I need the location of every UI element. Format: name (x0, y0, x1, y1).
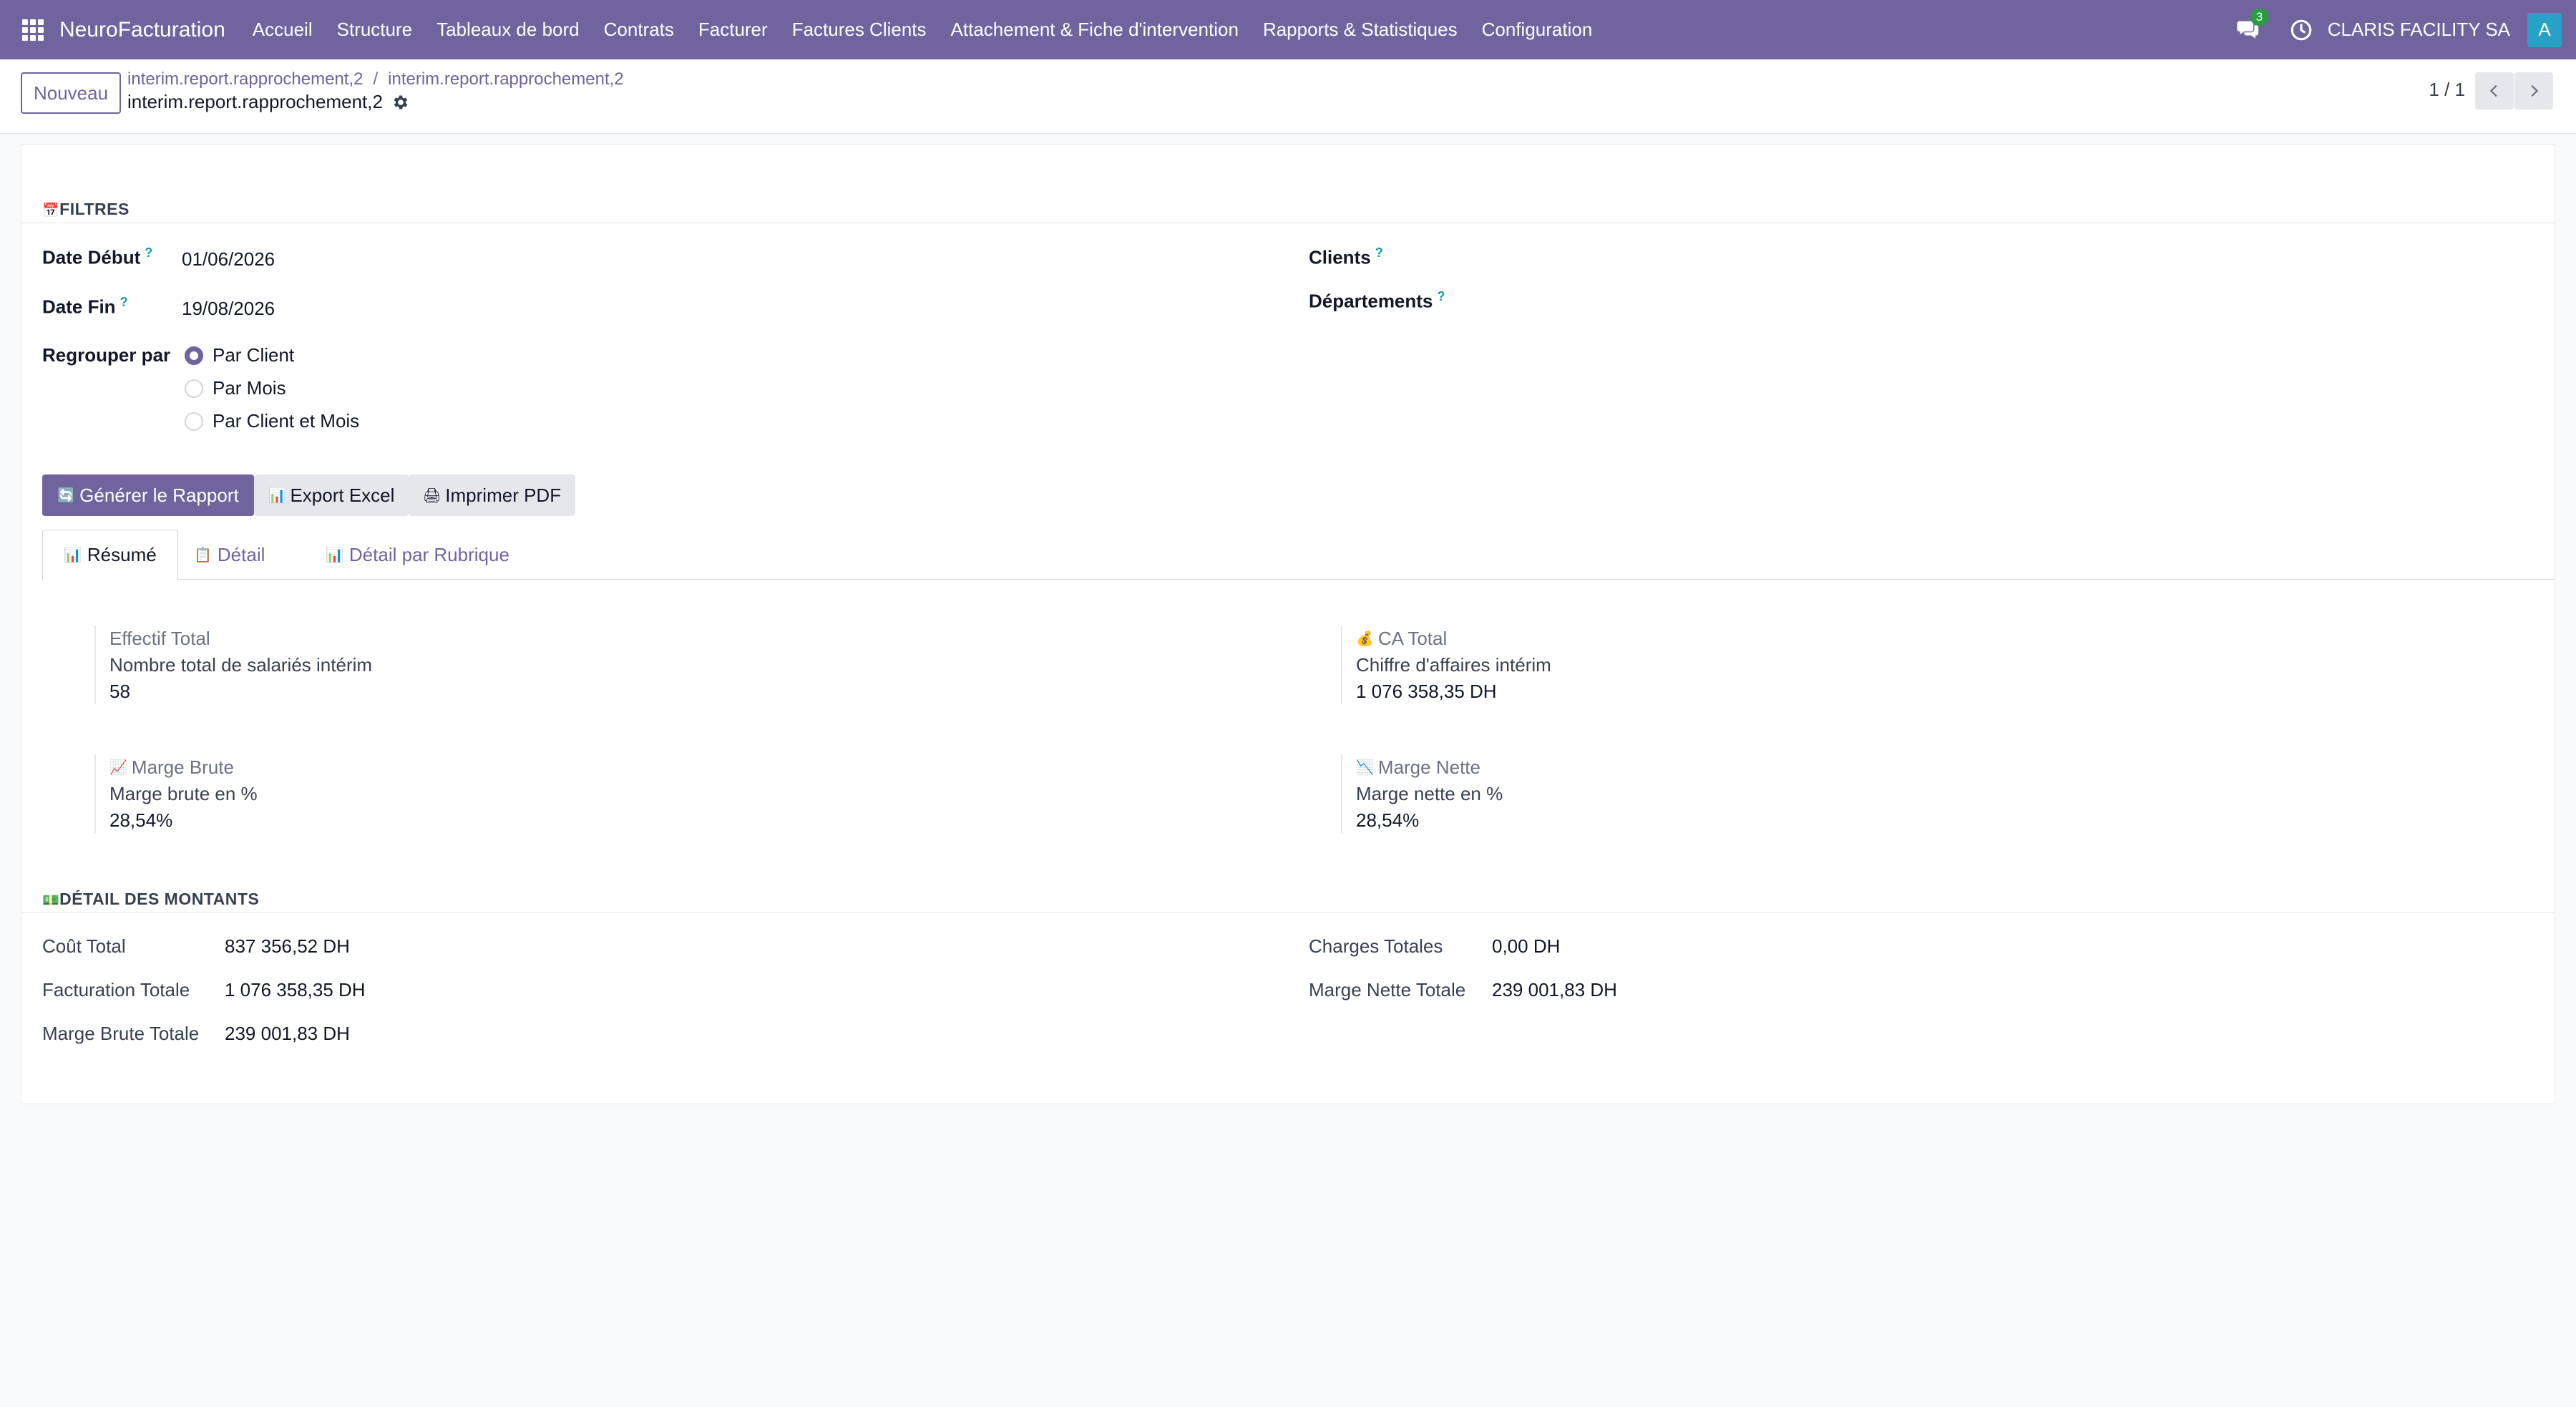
stat-title: Effectif Total (109, 627, 210, 649)
marge-nette-totale-value: 239 001,83 DH (1492, 979, 1617, 1001)
notebook-tabs: 📊 Résumé 📋 Détail 📊 Détail par Rubrique (42, 530, 2555, 580)
export-excel-button[interactable]: 📊 Export Excel (254, 474, 409, 516)
bar-chart-icon: 📊 (268, 487, 286, 504)
charges-totales-value: 0,00 DH (1492, 935, 1561, 957)
date-start-field[interactable]: 01/06/2026 (182, 248, 275, 271)
stat-title: 📈 Marge Brute (109, 756, 234, 778)
stat-marge-brute: 📈 Marge Brute Marge brute en % 28,54% (94, 754, 258, 833)
chart-down-icon: 📉 (1356, 759, 1374, 776)
breadcrumb-item[interactable]: interim.report.rapprochement,2 (127, 69, 363, 89)
money-icon: 💵 (42, 893, 60, 908)
amounts-section-title: 💵DÉTAIL DES MONTANTS (42, 890, 260, 908)
section-divider (21, 912, 2555, 913)
date-end-field[interactable]: 19/08/2026 (182, 298, 275, 320)
facturation-totale-value: 1 076 358,35 DH (225, 979, 366, 1001)
departments-label: Départements? (1309, 289, 1445, 312)
bar-chart-icon: 📊 (326, 547, 343, 563)
gear-icon[interactable] (391, 93, 410, 112)
tab-detail[interactable]: 📋 Détail (173, 530, 286, 580)
print-pdf-button[interactable]: 🖨 Imprimer PDF (409, 474, 575, 516)
radio-par-client-et-mois[interactable]: Par Client et Mois (185, 410, 359, 432)
chart-up-icon: 📈 (109, 759, 127, 776)
pager-previous-button[interactable] (2475, 72, 2514, 109)
form-sheet: 📅FILTRES Date Début? 01/06/2026 Date Fin… (21, 144, 2555, 1104)
menu-item-accueil[interactable]: Accueil (253, 19, 313, 41)
chevron-left-icon (2489, 84, 2497, 97)
stat-title: 📉 Marge Nette (1356, 756, 1480, 778)
breadcrumb-separator: / (373, 69, 379, 89)
marge-brute-totale-value: 239 001,83 DH (225, 1023, 350, 1044)
menu-item-facturer[interactable]: Facturer (698, 19, 768, 41)
record-title-row: interim.report.rapprochement,2 (127, 91, 410, 113)
menu-item-structure[interactable]: Structure (337, 19, 413, 41)
apps-grid-icon[interactable] (22, 19, 44, 41)
bar-chart-icon: 📊 (64, 547, 82, 563)
main-menu: Accueil Structure Tableaux de bord Contr… (253, 19, 1617, 41)
marge-brute-totale-label: Marge Brute Totale (42, 1023, 200, 1044)
printer-icon: 🖨 (422, 487, 441, 504)
menu-item-factures-clients[interactable]: Factures Clients (792, 19, 927, 41)
stat-description: Chiffre d'affaires intérim (1356, 654, 1551, 676)
refresh-icon: 🔄 (57, 487, 76, 504)
pager-next-button[interactable] (2514, 72, 2553, 109)
app-brand[interactable]: NeuroFacturation (59, 18, 225, 42)
radio-par-client[interactable]: Par Client (185, 344, 294, 366)
radio-button-checked[interactable] (185, 346, 203, 365)
page-title: interim.report.rapprochement,2 (127, 91, 383, 112)
menu-item-contrats[interactable]: Contrats (604, 19, 674, 41)
control-panel: Nouveau interim.report.rapprochement,2/i… (0, 59, 2576, 134)
cout-total-value: 837 356,52 DH (225, 935, 350, 957)
messages-badge: 3 (2250, 8, 2269, 26)
help-icon[interactable]: ? (120, 295, 128, 309)
user-avatar[interactable]: A (2527, 12, 2562, 47)
stat-description: Nombre total de salariés intérim (109, 654, 373, 676)
stat-value: 28,54% (1356, 809, 1420, 831)
filters-section-title: 📅FILTRES (42, 200, 130, 218)
date-end-label: Date Fin? (42, 295, 128, 318)
navbar-systray: 3 CLARIS FACILITY SA A (2236, 0, 2576, 59)
breadcrumb-item[interactable]: interim.report.rapprochement,2 (388, 69, 623, 89)
help-icon[interactable]: ? (1375, 245, 1383, 260)
radio-par-mois[interactable]: Par Mois (185, 377, 286, 399)
marge-nette-totale-label: Marge Nette Totale (1309, 979, 1466, 1001)
radio-button[interactable] (185, 412, 203, 431)
menu-item-attachement[interactable]: Attachement & Fiche d'intervention (951, 19, 1239, 41)
stat-description: Marge brute en % (109, 783, 258, 804)
tab-resume[interactable]: 📊 Résumé (42, 530, 178, 580)
help-icon[interactable]: ? (1437, 289, 1445, 303)
tab-detail-par-rubrique[interactable]: 📊 Détail par Rubrique (305, 530, 530, 580)
stat-value: 58 (109, 681, 130, 702)
menu-item-tableaux-de-bord[interactable]: Tableaux de bord (436, 19, 579, 41)
pager-value[interactable]: 1 / 1 (2429, 79, 2465, 101)
menu-item-rapports[interactable]: Rapports & Statistiques (1263, 19, 1458, 41)
generate-report-button[interactable]: 🔄 Générer le Rapport (42, 474, 254, 516)
chevron-right-icon (2531, 84, 2539, 97)
date-start-label: Date Début? (42, 245, 153, 268)
cout-total-label: Coût Total (42, 935, 126, 957)
charges-totales-label: Charges Totales (1309, 935, 1443, 957)
new-button[interactable]: Nouveau (21, 72, 121, 114)
stat-value: 1 076 358,35 DH (1356, 681, 1497, 702)
breadcrumb: interim.report.rapprochement,2 / interim.r… (127, 69, 624, 89)
company-switcher[interactable]: CLARIS FACILITY SA (2328, 19, 2510, 41)
facturation-totale-label: Facturation Totale (42, 979, 190, 1001)
radio-button[interactable] (185, 379, 203, 398)
clipboard-icon: 📋 (194, 547, 212, 563)
group-by-label: Regrouper par (42, 344, 171, 366)
calendar-icon: 📅 (42, 203, 60, 218)
clients-label: Clients? (1309, 245, 1383, 268)
stat-ca-total: 💰 CA Total Chiffre d'affaires intérim 1 0… (1341, 625, 1551, 704)
stat-marge-nette: 📉 Marge Nette Marge nette en % 28,54% (1341, 754, 1503, 833)
stat-title: 💰 CA Total (1356, 627, 1448, 649)
help-icon[interactable]: ? (145, 245, 152, 260)
money-bag-icon: 💰 (1356, 631, 1374, 647)
stat-value: 28,54% (109, 809, 173, 831)
messages-button[interactable]: 3 (2236, 8, 2269, 43)
activity-clock-icon[interactable] (2289, 18, 2313, 42)
stat-effectif-total: Effectif Total Nombre total de salariés … (94, 625, 372, 704)
stat-description: Marge nette en % (1356, 783, 1503, 804)
top-navbar: NeuroFacturation Accueil Structure Table… (0, 0, 2576, 59)
menu-item-configuration[interactable]: Configuration (1482, 19, 1593, 41)
